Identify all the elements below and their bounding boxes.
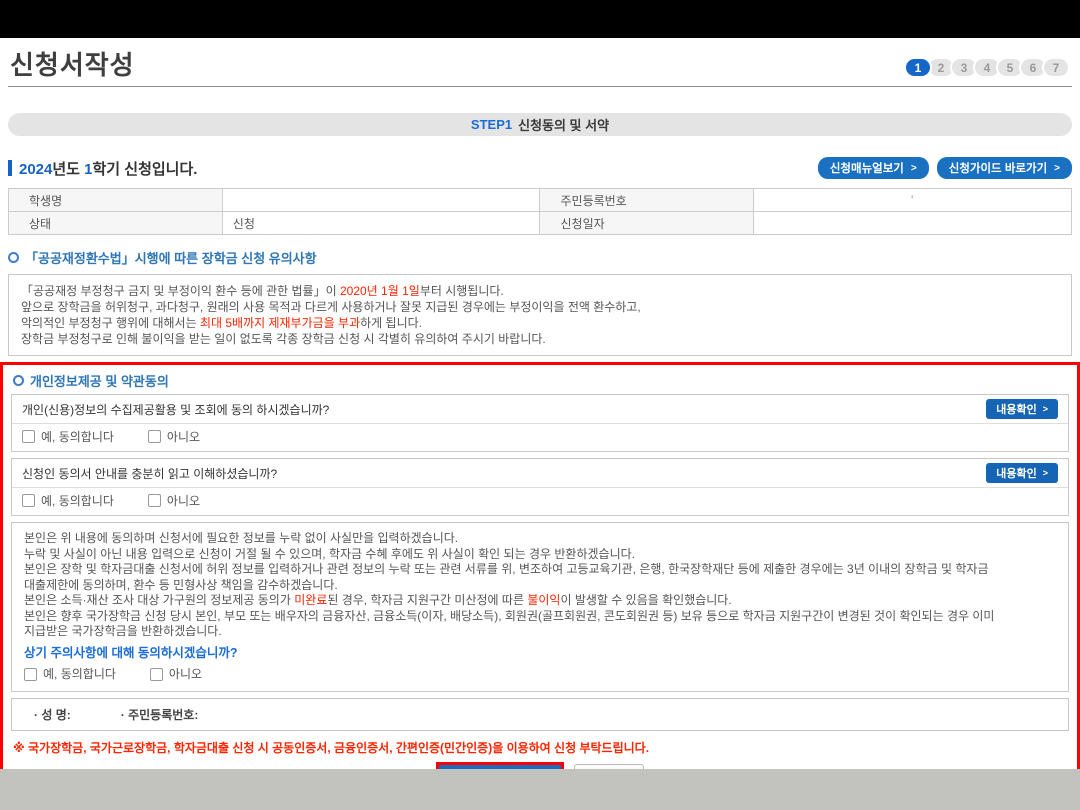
rrn-label: 주민등록번호: [540, 189, 754, 212]
final-answer-row: 예, 동의합니다 아니오: [24, 663, 1056, 683]
consent-section: 개인정보제공 및 약관동의 개인(신용)정보의 수집제공활용 및 조회에 동의 …: [0, 362, 1080, 804]
rrn-field-label: · 주민등록번호:: [121, 706, 199, 723]
apply-date-label: 신청일자: [540, 212, 754, 235]
consent-heading: 개인정보제공 및 약관동의: [13, 371, 1069, 390]
semester-title: 2024년도 1학기 신청입니다.: [19, 158, 197, 179]
notice-line: 앞으로 장학금을 허위청구, 과다청구, 원래의 사용 목적과 다르게 사용하거…: [21, 299, 1059, 315]
privacy-yes-option[interactable]: 예, 동의합니다: [22, 428, 114, 445]
guide-answer-row: 예, 동의합니다 아니오: [12, 488, 1068, 515]
final-no-option[interactable]: 아니오: [150, 667, 202, 683]
guide-shortcut-button[interactable]: 신청가이드 바로가기 >: [937, 157, 1072, 179]
notice-line: 장학금 부정청구로 인해 불이익을 받는 일이 없도록 각종 장학금 신청 시 …: [21, 331, 1059, 347]
chevron-right-icon: >: [911, 163, 917, 174]
checkbox-icon[interactable]: [148, 430, 161, 443]
notice-line: 악의적인 부정청구 행위에 대해서는 최대 5배까지 제재부가금을 부과하게 됩…: [21, 315, 1059, 331]
step-title-label: 신청동의 및 서약: [518, 115, 609, 134]
public-finance-notice-heading: 「공공재정환수법」시행에 따른 장학금 신청 유의사항: [8, 248, 1072, 267]
chevron-right-icon: >: [1043, 404, 1048, 414]
checkbox-icon[interactable]: [24, 668, 37, 681]
semester-heading-row: 2024년도 1학기 신청입니다. 신청매뉴얼보기 > 신청가이드 바로가기 >: [8, 158, 1072, 178]
status-value: 신청: [222, 212, 540, 235]
rrn-value: ': [754, 189, 1072, 212]
step-number-label: STEP1: [471, 117, 512, 132]
pledge-line: 누락 및 사실이 아닌 내용 입력으로 신청이 거절 될 수 있으며, 학자금 …: [24, 547, 1056, 563]
signature-info-row: · 성 명: · 주민등록번호:: [11, 698, 1069, 731]
checkbox-icon[interactable]: [22, 430, 35, 443]
chevron-right-icon: >: [1043, 468, 1048, 478]
footer-bar: [0, 769, 1080, 810]
ring-bullet-icon: [13, 375, 24, 386]
privacy-consent-box: 개인(신용)정보의 수집제공활용 및 조회에 동의 하시겠습니까? 내용확인 >…: [11, 394, 1069, 452]
page-title: 신청서작성: [10, 50, 135, 80]
table-row: 상태 신청 신청일자: [9, 212, 1072, 235]
guide-view-content-button[interactable]: 내용확인 >: [986, 463, 1058, 483]
pledge-line: 대출제한에 동의하며, 환수 등 민형사상 책임을 감수하겠습니다.: [24, 578, 1056, 594]
applicant-guide-consent-box: 신청인 동의서 안내를 충분히 읽고 이해하셨습니까? 내용확인 > 예, 동의…: [11, 458, 1069, 516]
notice-line: 「공공재정 부정청구 금지 및 부정이익 환수 등에 관한 법률」이 2020년…: [21, 283, 1059, 299]
certificate-footnote: ※ 국가장학금, 국가근로장학금, 학자금대출 신청 시 공동인증서, 금융인증…: [13, 739, 1069, 756]
step-indicator: 1 2 3 4 5 6 7: [904, 57, 1070, 80]
pledge-line: 본인은 위 내용에 동의하며 신청서에 필요한 정보를 누락 없이 사실만을 입…: [24, 531, 1056, 547]
privacy-view-content-button[interactable]: 내용확인 >: [986, 399, 1058, 419]
pledge-line: 본인은 장학 및 학자금대출 신청서에 허위 정보를 입력하거나 관련 정보의 …: [24, 562, 1056, 578]
chevron-right-icon: >: [1054, 163, 1060, 174]
applicant-info-table: 학생명 주민등록번호 ' 상태 신청 신청일자: [8, 188, 1072, 235]
manual-view-button[interactable]: 신청매뉴얼보기 >: [818, 157, 929, 179]
step-progress-bar: STEP1 신청동의 및 서약: [8, 113, 1072, 136]
pledge-line: 본인은 향후 국가장학금 신청 당시 본인, 부모 또는 배우자의 금융자산, …: [24, 609, 1056, 625]
name-field-label: · 성 명:: [34, 706, 71, 723]
checkbox-icon[interactable]: [148, 494, 161, 507]
final-consent-question: 상기 주의사항에 대해 동의하시겠습니까?: [24, 646, 1056, 662]
privacy-answer-row: 예, 동의합니다 아니오: [12, 424, 1068, 451]
checkbox-icon[interactable]: [150, 668, 163, 681]
pledge-line: 지급받은 국가장학금을 반환하겠습니다.: [24, 624, 1056, 640]
final-yes-option[interactable]: 예, 동의합니다: [24, 667, 116, 683]
pledge-box: 본인은 위 내용에 동의하며 신청서에 필요한 정보를 누락 없이 사실만을 입…: [11, 522, 1069, 692]
guide-question-row: 신청인 동의서 안내를 충분히 읽고 이해하셨습니까? 내용확인 >: [12, 459, 1068, 488]
student-name-value: [222, 189, 540, 212]
header-buttons: 신청매뉴얼보기 > 신청가이드 바로가기 >: [818, 157, 1072, 179]
public-finance-notice-box: 「공공재정 부정청구 금지 및 부정이익 환수 등에 관한 법률」이 2020년…: [8, 274, 1072, 356]
guide-no-option[interactable]: 아니오: [148, 492, 200, 509]
ring-bullet-icon: [8, 252, 19, 263]
apply-date-value: [754, 212, 1072, 235]
step-circle-1: 1: [904, 57, 932, 78]
heading-accent-bar: [8, 160, 12, 176]
checkbox-icon[interactable]: [22, 494, 35, 507]
table-row: 학생명 주민등록번호 ': [9, 189, 1072, 212]
top-bar: [0, 0, 1080, 38]
guide-question-text: 신청인 동의서 안내를 충분히 읽고 이해하셨습니까?: [22, 465, 277, 482]
page-header: 신청서작성 1 2 3 4 5 6 7: [8, 38, 1072, 87]
privacy-question-text: 개인(신용)정보의 수집제공활용 및 조회에 동의 하시겠습니까?: [22, 401, 329, 418]
student-name-label: 학생명: [9, 189, 223, 212]
status-label: 상태: [9, 212, 223, 235]
guide-yes-option[interactable]: 예, 동의합니다: [22, 492, 114, 509]
pledge-line: 본인은 소득·재산 조사 대상 가구원의 정보제공 동의가 미완료된 경우, 학…: [24, 593, 1056, 609]
privacy-question-row: 개인(신용)정보의 수집제공활용 및 조회에 동의 하시겠습니까? 내용확인 >: [12, 395, 1068, 424]
privacy-no-option[interactable]: 아니오: [148, 428, 200, 445]
step-circle-7: 7: [1042, 57, 1070, 78]
